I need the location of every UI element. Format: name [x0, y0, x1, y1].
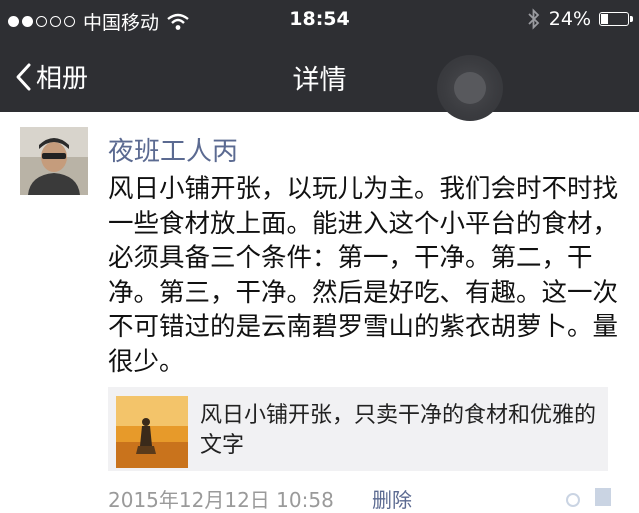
delete-button[interactable]: 删除: [372, 484, 412, 513]
post-text: 风日小铺开张，以玩儿为主。我们会时不时找一些食材放上面。能进入这个小平台的食材，…: [108, 174, 619, 377]
battery-fill: [601, 14, 608, 24]
battery-icon: [599, 12, 633, 26]
shared-link-card[interactable]: 风日小铺开张，只卖干净的食材和优雅的文字: [108, 387, 608, 471]
nav-bar: 相册 详情: [0, 40, 639, 121]
status-right: 24%: [527, 8, 633, 30]
link-title: 风日小铺开张，只卖干净的食材和优雅的文字: [200, 403, 597, 458]
avatar[interactable]: [20, 127, 88, 195]
page-title: 详情: [292, 65, 347, 96]
status-bar: 中国移动 18:54 24%: [0, 0, 639, 40]
bluetooth-icon: [528, 8, 540, 30]
post-timestamp: 2015年12月12日 10:58: [108, 488, 334, 512]
link-thumbnail-image: [116, 396, 188, 468]
battery-percent: 24%: [548, 8, 591, 30]
avatar-image: [20, 127, 88, 195]
watermark-icon: [566, 488, 611, 507]
username[interactable]: 夜班工人丙: [108, 131, 238, 168]
assistive-touch-button[interactable]: [437, 55, 503, 121]
link-thumbnail: [116, 396, 188, 468]
